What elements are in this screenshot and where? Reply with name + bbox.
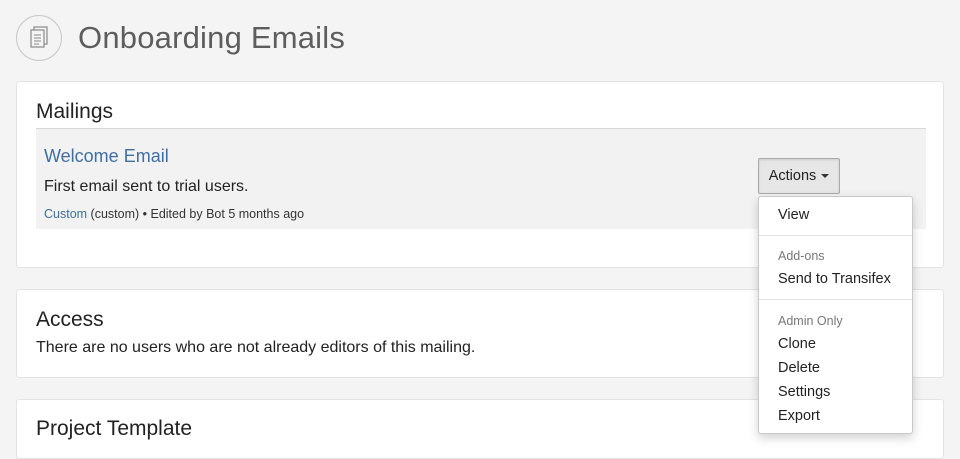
menu-item-settings[interactable]: Settings [778, 384, 830, 400]
actions-label: Actions [768, 168, 817, 184]
menu-divider [759, 299, 912, 300]
documents-icon [16, 15, 62, 61]
template-link[interactable]: Custom [44, 207, 87, 221]
access-text: There are no users who are not already e… [36, 339, 476, 356]
access-heading: Access [36, 308, 104, 331]
page-title: Onboarding Emails [78, 20, 346, 55]
menu-item-export[interactable]: Export [778, 408, 820, 424]
menu-divider [759, 235, 912, 236]
menu-item-view[interactable]: View [778, 207, 809, 223]
menu-item-clone[interactable]: Clone [778, 336, 816, 352]
menu-item-delete[interactable]: Delete [778, 360, 820, 376]
mailing-title-link[interactable]: Welcome Email [44, 146, 169, 167]
project-template-heading: Project Template [36, 417, 193, 440]
actions-button[interactable]: Actions [758, 158, 840, 194]
mailings-heading: Mailings [36, 100, 114, 123]
caret-down-icon [821, 174, 830, 178]
mailing-description: First email sent to trial users. [44, 178, 249, 195]
menu-header-addons: Add-ons [778, 249, 825, 263]
menu-item-send-to-transifex[interactable]: Send to Transifex [778, 271, 891, 287]
actions-dropdown-menu: View Add-ons Send to Transifex Admin Onl… [758, 196, 913, 434]
mailing-meta-text: (custom) • Edited by Bot 5 months ago [87, 207, 305, 221]
mailing-meta: Custom (custom) • Edited by Bot 5 months… [44, 207, 304, 221]
page-header: Onboarding Emails [16, 13, 345, 63]
menu-header-admin-only: Admin Only [778, 314, 843, 328]
